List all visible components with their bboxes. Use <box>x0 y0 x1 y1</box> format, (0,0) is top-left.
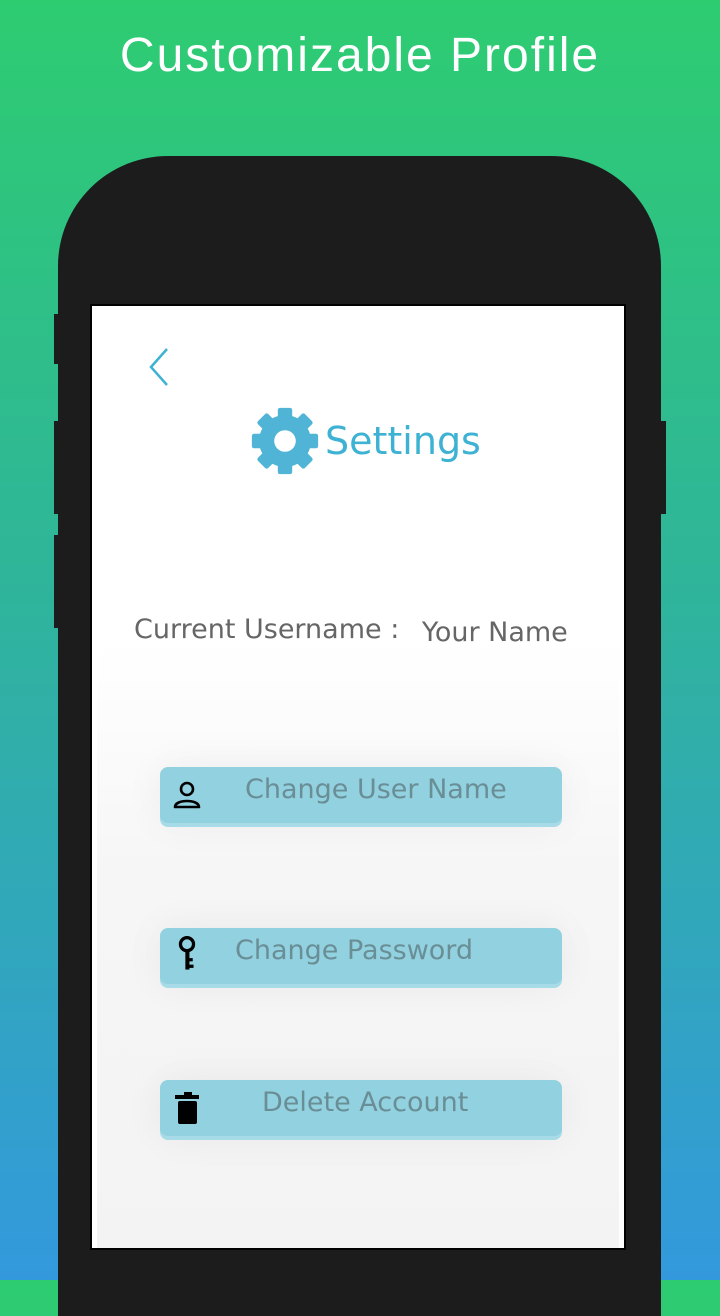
gear-icon <box>251 407 319 475</box>
delete-account-button[interactable]: Delete Account <box>160 1080 562 1136</box>
phone-volume-up-button <box>54 421 62 514</box>
chevron-left-icon <box>149 348 168 386</box>
change-username-button[interactable]: Change User Name <box>160 767 562 823</box>
person-icon <box>173 781 201 809</box>
trash-icon <box>175 1092 199 1124</box>
promo-headline: Customizable Profile <box>119 29 601 82</box>
page-title: Settings <box>325 419 481 463</box>
phone-side-button <box>54 314 62 364</box>
current-username-row: Current Username : Your Name <box>134 614 568 648</box>
settings-header: Settings <box>249 403 481 479</box>
phone-screen: Settings Current Username : Your Name Ch… <box>90 304 626 1250</box>
delete-account-label: Delete Account <box>262 1087 469 1118</box>
current-username-label: Current Username : <box>134 614 400 645</box>
key-icon <box>178 936 196 970</box>
phone-volume-down-button <box>54 535 62 628</box>
change-username-label: Change User Name <box>245 774 507 805</box>
current-username-value: Your Name <box>421 617 568 648</box>
change-password-button[interactable]: Change Password <box>160 928 562 984</box>
settings-page: Settings Current Username : Your Name Ch… <box>97 311 619 1248</box>
change-password-label: Change Password <box>235 935 474 966</box>
phone-power-button <box>657 421 666 514</box>
back-button[interactable] <box>147 343 177 391</box>
